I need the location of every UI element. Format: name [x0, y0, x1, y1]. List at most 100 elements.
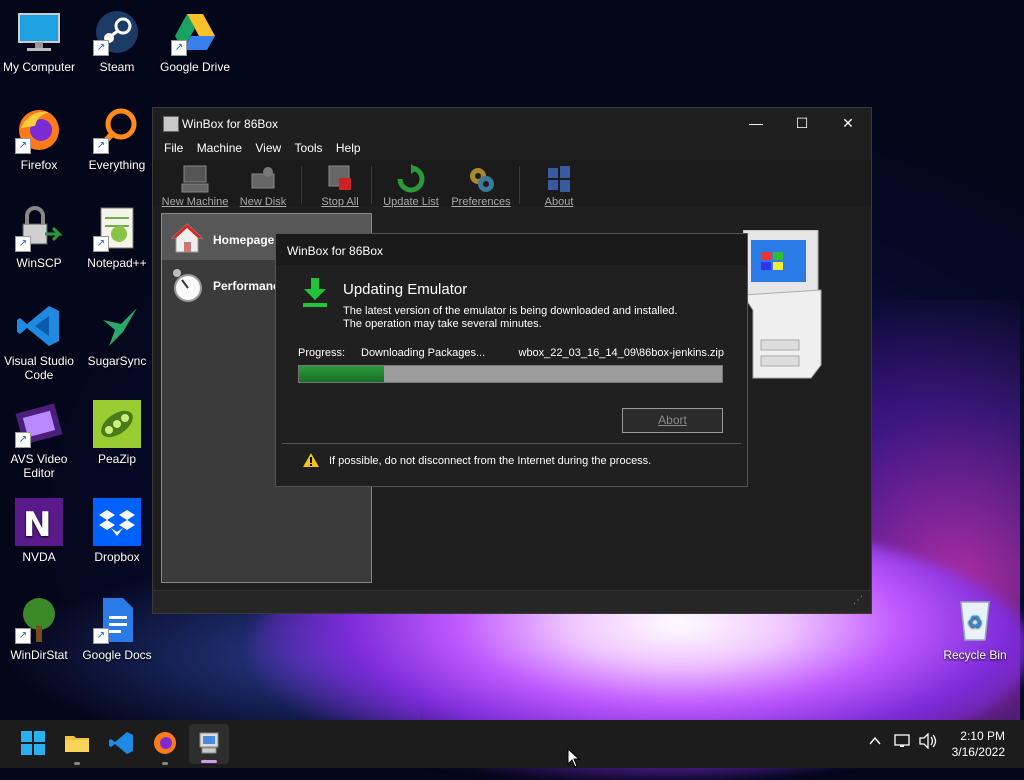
desktop-icon-label: SugarSync — [87, 354, 147, 368]
clock-date: 3/16/2022 — [951, 745, 1005, 759]
resize-grip-icon[interactable]: ⋰ — [853, 595, 863, 606]
running-indicator — [74, 762, 80, 765]
magnifier-icon: ↗ — [93, 106, 141, 154]
desktop-icon-label: Notepad++ — [87, 256, 147, 270]
about-button[interactable]: About — [537, 164, 581, 208]
menu-machine[interactable]: Machine — [192, 138, 247, 158]
title-bar[interactable]: WinBox for 86Box — ☐ ✕ — [153, 108, 871, 138]
shortcut-arrow-icon: ↗ — [15, 138, 31, 154]
taskbar: 2:10 PM 3/16/2022 — [0, 720, 1024, 768]
desktop-icon-notepad-plus-plus[interactable]: ↗ Notepad++ — [75, 204, 159, 270]
desktop-icon-label: WinSCP — [16, 256, 62, 270]
running-indicator — [162, 762, 168, 765]
desktop-icon-sugarsync[interactable]: SugarSync — [75, 302, 159, 368]
desktop-icon-label: Google Drive — [159, 60, 231, 74]
warning-text: If possible, do not disconnect from the … — [329, 455, 652, 467]
winscp-icon: ↗ — [15, 204, 63, 252]
app-icon — [163, 116, 179, 132]
nvda-icon: N — [15, 498, 63, 546]
google-drive-icon: ↗ — [171, 8, 219, 56]
progress-label: Progress: — [298, 347, 346, 359]
disk-icon — [248, 164, 278, 194]
shortcut-arrow-icon: ↗ — [15, 432, 31, 448]
desktop-icon-everything[interactable]: ↗ Everything — [75, 106, 159, 172]
recycle-bin-icon: ♻ — [951, 596, 999, 644]
shortcut-arrow-icon: ↗ — [171, 40, 187, 56]
volume-icon[interactable] — [918, 732, 938, 752]
desktop-icon-avs-video-editor[interactable]: ↗ AVS Video Editor — [0, 400, 81, 480]
shortcut-arrow-icon: ↗ — [93, 138, 109, 154]
desktop-icon-dropbox[interactable]: Dropbox — [75, 498, 159, 564]
toolbar-separator — [301, 166, 302, 204]
abort-button[interactable]: Abort — [622, 408, 723, 433]
firefox-taskbar-icon[interactable] — [152, 730, 178, 756]
stop-all-button[interactable]: Stop All — [315, 164, 365, 208]
update-list-button[interactable]: Update List — [381, 164, 441, 208]
progress-bar — [298, 365, 723, 383]
toolbar: New Machine New Disk Stop All Update Lis… — [153, 160, 871, 208]
desktop-icon-label: Everything — [88, 158, 146, 172]
new-disk-button[interactable]: New Disk — [237, 164, 289, 208]
google-docs-icon: ↗ — [93, 596, 141, 644]
stop-icon — [325, 164, 355, 194]
file-explorer-taskbar-icon[interactable] — [64, 730, 90, 756]
vscode-icon — [15, 302, 63, 350]
desktop-icon-google-docs[interactable]: ↗ Google Docs — [75, 596, 159, 662]
menu-bar: File Machine View Tools Help — [153, 138, 871, 160]
desktop-icon-label: AVS Video Editor — [10, 452, 68, 480]
gear-icon — [466, 164, 496, 194]
film-icon: ↗ — [15, 400, 63, 448]
desktop-icon-label: WinDirStat — [10, 648, 68, 662]
refresh-icon — [396, 164, 426, 194]
progress-bar-fill — [299, 366, 384, 382]
desktop-icon-label: Visual Studio Code — [4, 354, 74, 382]
house-icon — [170, 222, 204, 257]
minimize-button[interactable]: — — [733, 108, 779, 138]
chevron-up-icon[interactable] — [868, 734, 882, 751]
hummingbird-icon — [93, 302, 141, 350]
menu-file[interactable]: File — [159, 138, 188, 158]
maximize-button[interactable]: ☐ — [779, 108, 825, 138]
desktop-icon-firefox[interactable]: ↗ Firefox — [0, 106, 81, 172]
winbox-taskbar-button[interactable] — [189, 724, 229, 764]
menu-view[interactable]: View — [250, 138, 286, 158]
desktop-icon-peazip[interactable]: PeaZip — [75, 400, 159, 466]
windows-logo-icon — [544, 164, 574, 194]
desktop-icon-label: PeaZip — [97, 452, 137, 466]
network-icon[interactable] — [894, 733, 912, 752]
shortcut-arrow-icon: ↗ — [93, 628, 109, 644]
preferences-button[interactable]: Preferences — [449, 164, 513, 208]
new-machine-button[interactable]: New Machine — [159, 164, 231, 208]
desktop-icon-label: Dropbox — [94, 550, 140, 564]
desktop-icon-nvda[interactable]: N NVDA — [0, 498, 81, 564]
desktop-icon-vscode[interactable]: Visual Studio Code — [0, 302, 81, 382]
desktop-icon-windirstat[interactable]: ↗ WinDirStat — [0, 596, 81, 662]
menu-help[interactable]: Help — [331, 138, 366, 158]
dialog-title: WinBox for 86Box — [287, 244, 384, 258]
monitor-icon — [15, 8, 63, 56]
svg-text:♻: ♻ — [967, 612, 983, 633]
active-indicator — [201, 760, 217, 763]
dialog-title-bar[interactable]: WinBox for 86Box — [276, 234, 747, 265]
firefox-icon: ↗ — [15, 106, 63, 154]
steam-icon: ↗ — [93, 8, 141, 56]
start-button[interactable] — [20, 730, 46, 756]
desktop-icon-my-computer[interactable]: My Computer — [0, 8, 81, 74]
dialog-description: The latest version of the emulator is be… — [343, 305, 678, 330]
system-clock[interactable]: 2:10 PM 3/16/2022 — [952, 728, 1005, 760]
desktop-icon-recycle-bin[interactable]: ♻ Recycle Bin — [933, 596, 1017, 662]
desktop-icon-winscp[interactable]: ↗ WinSCP — [0, 204, 81, 270]
peazip-icon — [93, 400, 141, 448]
desktop-icon-steam[interactable]: ↗ Steam — [75, 8, 159, 74]
warning-icon — [303, 453, 319, 472]
vscode-taskbar-icon[interactable] — [108, 730, 134, 756]
desktop-icon-google-drive[interactable]: ↗ Google Drive — [153, 8, 237, 74]
stopwatch-icon — [170, 268, 204, 305]
dropbox-icon — [93, 498, 141, 546]
close-button[interactable]: ✕ — [825, 108, 871, 138]
progress-status: Downloading Packages... — [361, 347, 486, 359]
menu-tools[interactable]: Tools — [290, 138, 328, 158]
tree-icon: ↗ — [15, 596, 63, 644]
desktop-icon-label: My Computer — [2, 60, 76, 74]
clock-time: 2:10 PM — [960, 729, 1005, 743]
